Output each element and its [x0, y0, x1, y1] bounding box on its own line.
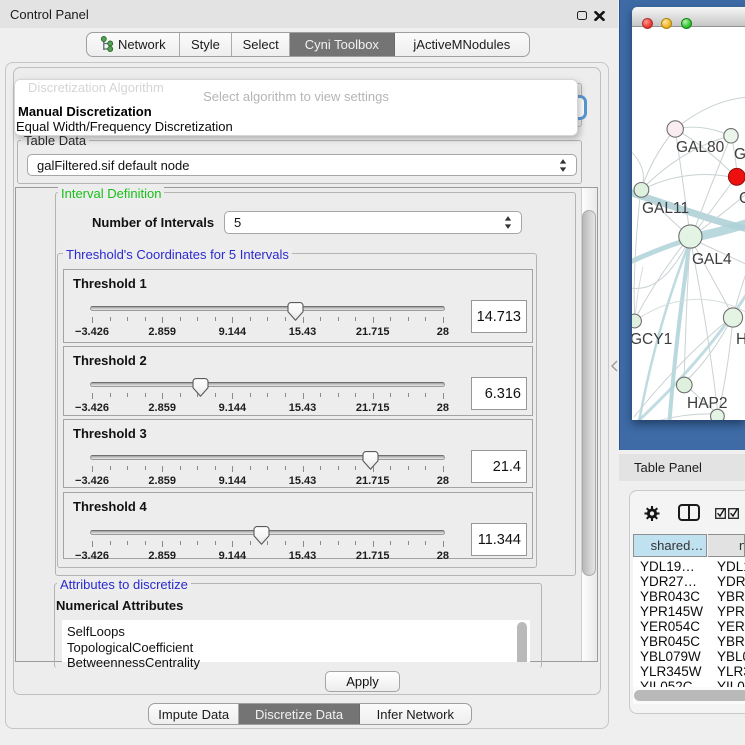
svg-text:H: H [736, 331, 745, 348]
svg-text:GAL80: GAL80 [676, 139, 725, 156]
svg-text:GAL11: GAL11 [642, 200, 689, 217]
svg-text:HAP2: HAP2 [687, 395, 728, 412]
svg-text:C: C [739, 190, 745, 207]
svg-text:GA: GA [734, 146, 745, 163]
svg-text:GAL4: GAL4 [692, 251, 732, 268]
svg-text:GCY1: GCY1 [632, 331, 672, 348]
